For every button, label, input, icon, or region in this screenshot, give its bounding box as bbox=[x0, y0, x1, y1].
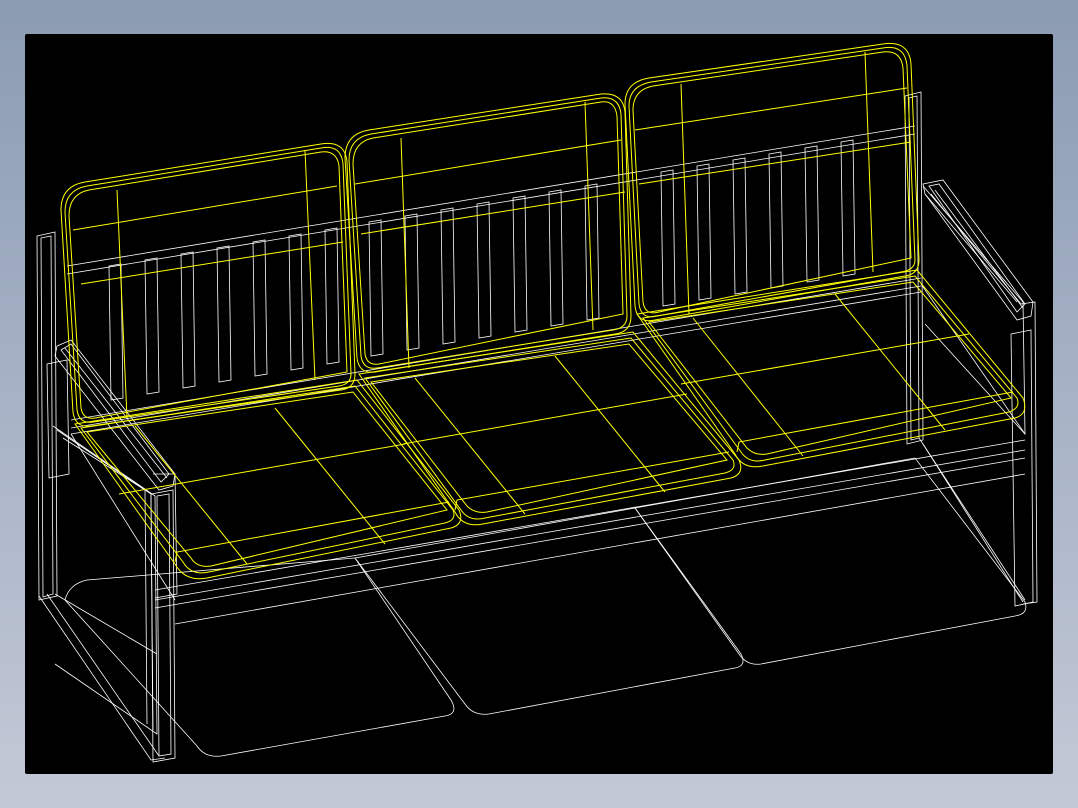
back-slats bbox=[108, 139, 856, 401]
seat-frame bbox=[70, 283, 1026, 625]
left-side-frame bbox=[36, 231, 176, 763]
sofa-wireframe-drawing bbox=[36, 42, 1038, 763]
back-cushion-right bbox=[624, 42, 920, 322]
cad-viewport[interactable] bbox=[25, 34, 1053, 774]
sofa-frame bbox=[36, 91, 1038, 763]
seat-cushion-middle bbox=[358, 331, 742, 526]
right-side-frame bbox=[904, 91, 1038, 607]
seat-cushion-right bbox=[636, 269, 1026, 468]
sofa-cushions bbox=[60, 42, 1026, 580]
back-cushion-middle bbox=[344, 93, 632, 373]
seat-base-panels bbox=[64, 457, 1027, 757]
